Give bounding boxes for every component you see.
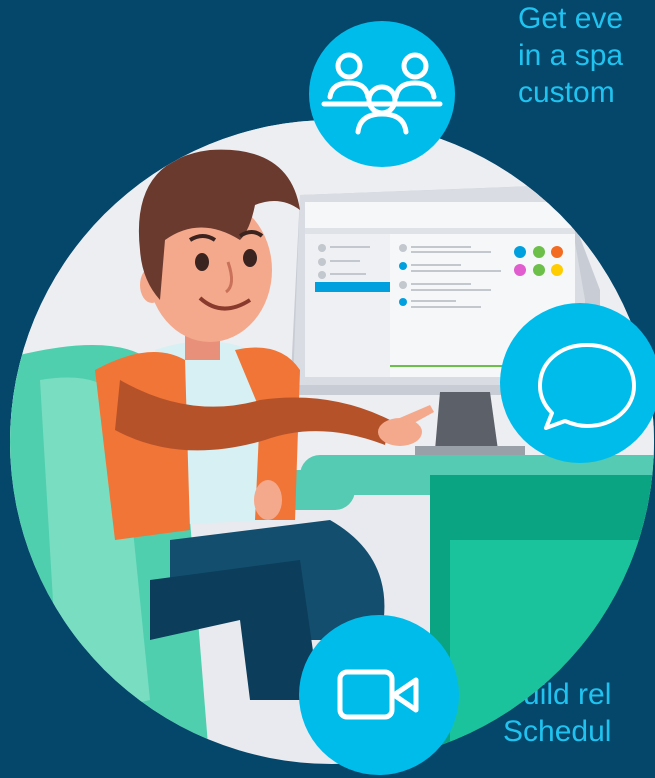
people-group-icon: [309, 21, 455, 167]
illustration: [10, 21, 655, 775]
video-camera-icon: [299, 615, 459, 775]
chat-bubble-icon: [500, 303, 655, 463]
